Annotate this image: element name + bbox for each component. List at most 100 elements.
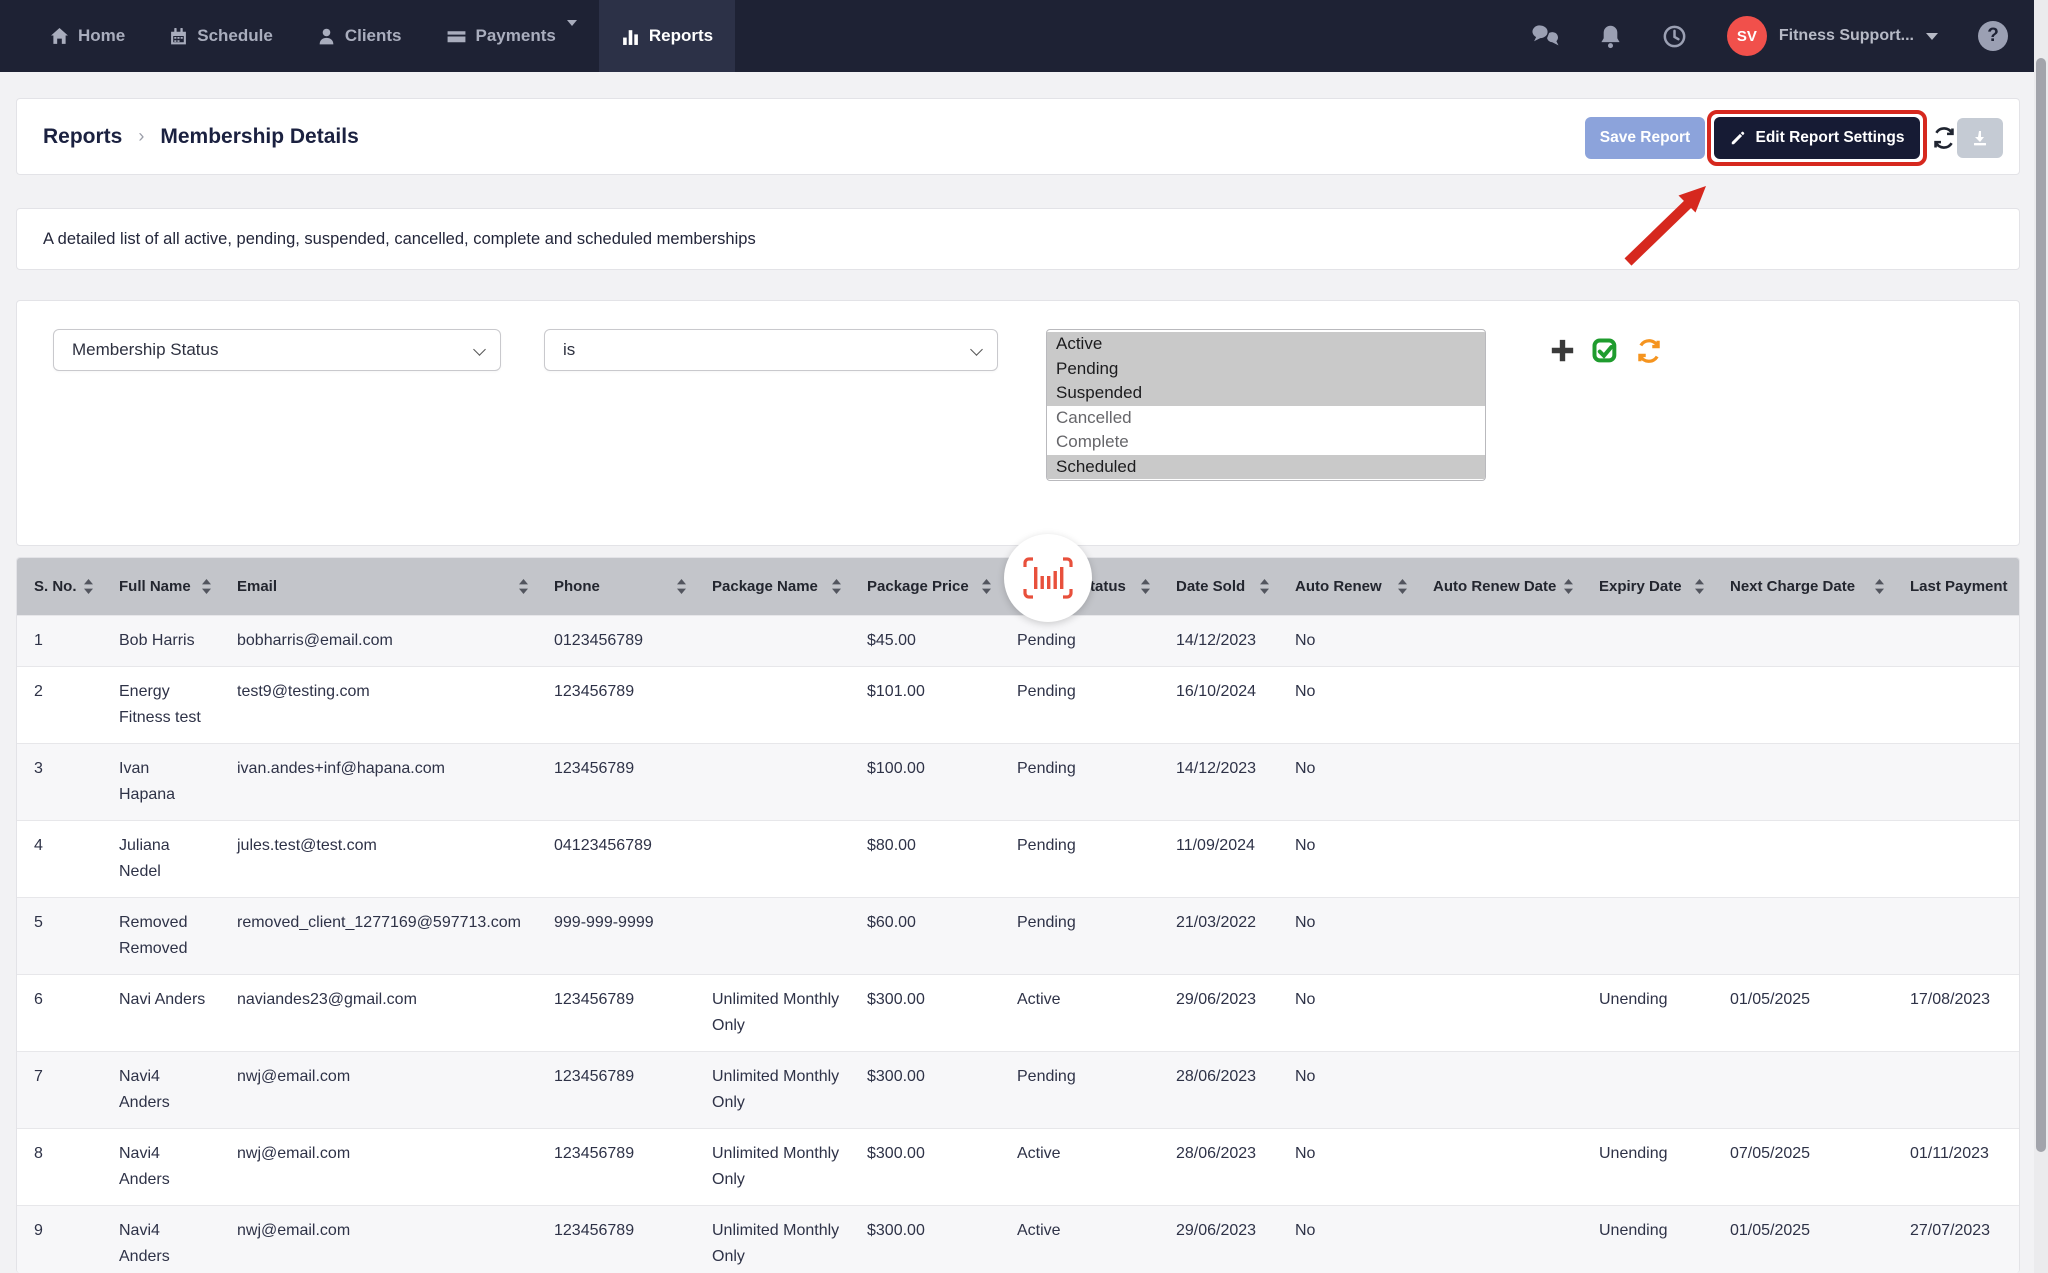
cell-email: removed_client_1277169@597713.com bbox=[220, 897, 537, 974]
cell-package-price: $80.00 bbox=[850, 820, 1000, 897]
cell-expiry-date: Unending bbox=[1582, 1128, 1713, 1205]
nav-item-schedule[interactable]: Schedule bbox=[147, 0, 295, 72]
cell-auto-renew: No bbox=[1278, 1051, 1416, 1128]
cell-package-price: $60.00 bbox=[850, 897, 1000, 974]
column-header-email[interactable]: Email bbox=[220, 558, 537, 615]
nav-item-clients[interactable]: Clients bbox=[295, 0, 424, 72]
cell-status: Active bbox=[1000, 974, 1159, 1051]
add-filter-icon[interactable] bbox=[1549, 337, 1576, 364]
nav-item-payments[interactable]: Payments bbox=[424, 0, 599, 72]
status-option-cancelled[interactable]: Cancelled bbox=[1047, 406, 1485, 431]
filter-field-select[interactable]: Membership Status bbox=[53, 329, 501, 371]
cell-date-sold: 11/09/2024 bbox=[1159, 820, 1278, 897]
table-row: 7Navi4 Andersnwj@email.com123456789Unlim… bbox=[17, 1051, 2020, 1128]
column-header-expiry-date[interactable]: Expiry Date bbox=[1582, 558, 1713, 615]
apply-filter-icon[interactable] bbox=[1591, 337, 1619, 365]
reset-filter-icon[interactable] bbox=[1635, 337, 1663, 365]
cell-next-charge-date bbox=[1713, 615, 1893, 666]
download-report-button[interactable] bbox=[1957, 118, 2003, 158]
cell-auto-renew: No bbox=[1278, 1128, 1416, 1205]
cell-date-sold: 29/06/2023 bbox=[1159, 1205, 1278, 1273]
cell-auto-renew-date bbox=[1416, 1128, 1582, 1205]
chevron-down-icon bbox=[970, 343, 983, 356]
column-header-auto-renew-date[interactable]: Auto Renew Date bbox=[1416, 558, 1582, 615]
column-label: Package Name bbox=[712, 578, 818, 595]
cell-phone: 123456789 bbox=[537, 743, 695, 820]
table-row: 9Navi4 Andersnwj@email.com123456789Unlim… bbox=[17, 1205, 2020, 1273]
column-label: Auto Renew Date bbox=[1433, 578, 1556, 595]
cell-s-no: 8 bbox=[17, 1128, 102, 1205]
cell-package-name: Unlimited Monthly Only bbox=[695, 1128, 850, 1205]
cell-full-name: Juliana Nedel bbox=[102, 820, 220, 897]
nav-item-reports[interactable]: Reports bbox=[599, 0, 735, 72]
column-header-package-price[interactable]: Package Price bbox=[850, 558, 1000, 615]
cell-status: Active bbox=[1000, 1205, 1159, 1273]
sort-icon bbox=[83, 579, 94, 594]
cell-s-no: 4 bbox=[17, 820, 102, 897]
nav-item-home[interactable]: Home bbox=[28, 0, 147, 72]
column-header-auto-renew[interactable]: Auto Renew bbox=[1278, 558, 1416, 615]
column-header-phone[interactable]: Phone bbox=[537, 558, 695, 615]
cell-last-payment bbox=[1893, 666, 2020, 743]
breadcrumb-reports[interactable]: Reports bbox=[43, 125, 122, 149]
sort-icon bbox=[201, 579, 212, 594]
save-report-button[interactable]: Save Report bbox=[1585, 117, 1705, 159]
cell-full-name: Navi4 Anders bbox=[102, 1051, 220, 1128]
cell-next-charge-date bbox=[1713, 897, 1893, 974]
avatar[interactable]: SV bbox=[1727, 16, 1767, 56]
status-multiselect[interactable]: ActivePendingSuspendedCancelledCompleteS… bbox=[1046, 329, 1486, 481]
cell-phone: 123456789 bbox=[537, 974, 695, 1051]
cell-auto-renew-date bbox=[1416, 666, 1582, 743]
bell-icon[interactable] bbox=[1599, 24, 1622, 49]
cell-auto-renew-date bbox=[1416, 615, 1582, 666]
cell-status: Pending bbox=[1000, 615, 1159, 666]
nav-item-label: Clients bbox=[345, 26, 402, 46]
column-label: Last Payment bbox=[1910, 578, 2008, 595]
cell-date-sold: 14/12/2023 bbox=[1159, 743, 1278, 820]
cell-next-charge-date bbox=[1713, 666, 1893, 743]
annotation-highlight-box: Edit Report Settings bbox=[1707, 110, 1927, 166]
column-header-next-charge-date[interactable]: Next Charge Date bbox=[1713, 558, 1893, 615]
chat-icon[interactable] bbox=[1532, 24, 1559, 48]
column-label: S. No. bbox=[34, 578, 77, 595]
cell-email: naviandes23@gmail.com bbox=[220, 974, 537, 1051]
sort-icon bbox=[1397, 579, 1408, 594]
status-option-active[interactable]: Active bbox=[1047, 332, 1485, 357]
cell-date-sold: 14/12/2023 bbox=[1159, 615, 1278, 666]
column-header-package-name[interactable]: Package Name bbox=[695, 558, 850, 615]
table-row: 1Bob Harrisbobharris@email.com0123456789… bbox=[17, 615, 2020, 666]
refresh-report-icon[interactable] bbox=[1931, 125, 1957, 151]
cell-package-name bbox=[695, 666, 850, 743]
scrollbar-thumb[interactable] bbox=[2036, 58, 2046, 1152]
column-header-last-payment[interactable]: Last Payment bbox=[1893, 558, 2020, 615]
cell-last-payment bbox=[1893, 1051, 2020, 1128]
report-description: A detailed list of all active, pending, … bbox=[43, 230, 756, 249]
cell-next-charge-date: 01/05/2025 bbox=[1713, 974, 1893, 1051]
cell-status: Pending bbox=[1000, 897, 1159, 974]
memberships-table-card: S. No. Full NameEmailPhone Package Name Pac… bbox=[16, 557, 2020, 1273]
sort-icon bbox=[1694, 579, 1705, 594]
status-option-pending[interactable]: Pending bbox=[1047, 357, 1485, 382]
cell-email: ivan.andes+inf@hapana.com bbox=[220, 743, 537, 820]
column-header-date-sold[interactable]: Date Sold bbox=[1159, 558, 1278, 615]
table-row: 5Removed Removedremoved_client_1277169@5… bbox=[17, 897, 2020, 974]
filter-operator-select[interactable]: is bbox=[544, 329, 998, 371]
status-option-complete[interactable]: Complete bbox=[1047, 430, 1485, 455]
status-option-suspended[interactable]: Suspended bbox=[1047, 381, 1485, 406]
help-icon[interactable]: ? bbox=[1978, 21, 2008, 51]
column-label: Auto Renew bbox=[1295, 578, 1382, 595]
edit-report-settings-button[interactable]: Edit Report Settings bbox=[1714, 117, 1920, 159]
sort-icon bbox=[676, 579, 687, 594]
cell-auto-renew-date bbox=[1416, 1051, 1582, 1128]
column-header-full-name[interactable]: Full Name bbox=[102, 558, 220, 615]
sort-icon bbox=[981, 579, 992, 594]
column-header-s-no[interactable]: S. No. bbox=[17, 558, 102, 615]
clock-icon[interactable] bbox=[1662, 24, 1687, 49]
status-option-scheduled[interactable]: Scheduled bbox=[1047, 455, 1485, 480]
cell-expiry-date bbox=[1582, 743, 1713, 820]
cell-expiry-date bbox=[1582, 897, 1713, 974]
cell-full-name: Navi4 Anders bbox=[102, 1128, 220, 1205]
cell-package-name: Unlimited Monthly Only bbox=[695, 974, 850, 1051]
cell-full-name: Removed Removed bbox=[102, 897, 220, 974]
account-menu[interactable]: SV Fitness Support... bbox=[1727, 16, 1938, 56]
